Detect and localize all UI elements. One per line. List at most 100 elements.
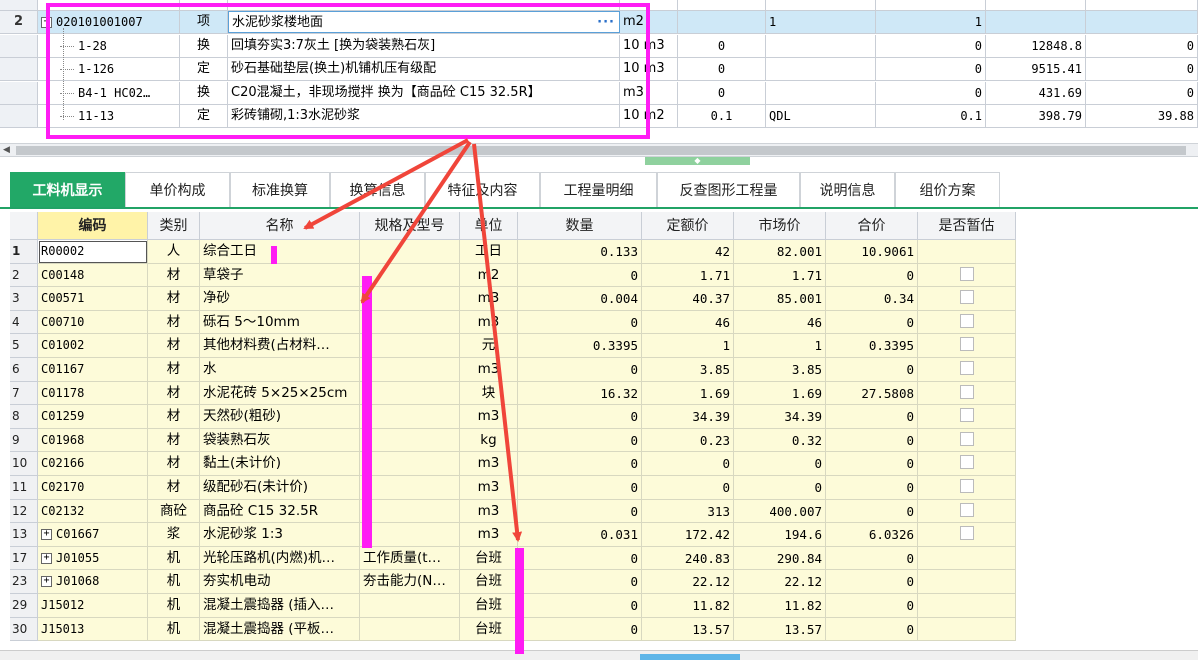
- cell-qty[interactable]: 0: [518, 405, 642, 429]
- cell-market[interactable]: 0: [734, 452, 826, 476]
- provisional-checkbox[interactable]: [959, 361, 974, 375]
- cell-rate[interactable]: 0.1: [678, 105, 766, 127]
- tab-7[interactable]: 反查图形工程量: [657, 172, 800, 207]
- table-row[interactable]: 4 C00710 材砾石 5～10mm m3 0 46 46 0: [10, 310, 1016, 335]
- cell-code[interactable]: C01002: [38, 334, 148, 358]
- cell-spec[interactable]: [360, 310, 460, 335]
- cell-spec[interactable]: [360, 240, 460, 264]
- cell-qty[interactable]: 0.1: [876, 105, 986, 127]
- cell-qty[interactable]: 0: [518, 358, 642, 382]
- cell-check[interactable]: [918, 452, 1016, 476]
- cell-type[interactable]: 材: [148, 452, 200, 476]
- cell-unit[interactable]: m3: [460, 405, 518, 429]
- cell-total[interactable]: 0.3395: [826, 334, 918, 358]
- column-header-qty[interactable]: 数量: [518, 212, 642, 240]
- cell-price[interactable]: 431.69: [986, 81, 1086, 104]
- cell-unit[interactable]: 10 m2: [620, 105, 678, 127]
- cell-spec[interactable]: 夯击能力(N…: [360, 570, 460, 594]
- provisional-checkbox[interactable]: [959, 502, 974, 517]
- cell-market[interactable]: 1.69: [734, 381, 826, 406]
- cell-qty[interactable]: 0: [518, 452, 642, 476]
- provisional-checkbox[interactable]: [959, 337, 974, 352]
- cell-unit[interactable]: m3: [460, 452, 518, 476]
- table-row[interactable]: 8 C01259 材天然砂(粗砂) m3 0 34.39 34.39 0: [10, 405, 1016, 429]
- cell-market[interactable]: 1: [734, 334, 826, 358]
- table-row[interactable]: 1 R00002 人综合工日 工日 0.133 42 82.001 10.9061: [10, 240, 1016, 264]
- cell-code[interactable]: + C01667: [38, 523, 148, 547]
- provisional-checkbox[interactable]: [959, 431, 974, 446]
- cell-market[interactable]: 290.84: [734, 546, 826, 571]
- cell-check[interactable]: [918, 594, 1016, 618]
- cell-qty[interactable]: 1: [876, 11, 986, 33]
- cell-quota[interactable]: 40.37: [642, 287, 734, 311]
- cell-total[interactable]: 0: [826, 428, 918, 453]
- cell-total[interactable]: 0: [826, 499, 918, 524]
- cell-quota[interactable]: 11.82: [642, 594, 734, 618]
- cell-name[interactable]: 级配砂石(未计价): [200, 476, 360, 500]
- cell-market[interactable]: 22.12: [734, 570, 826, 594]
- provisional-checkbox[interactable]: [959, 313, 974, 328]
- cell-row-no[interactable]: [0, 105, 38, 127]
- cell-qty[interactable]: 0.004: [518, 287, 642, 311]
- table-row[interactable]: 7 C01178 材水泥花砖 5×25×25cm 块 16.32 1.69 1.69 27.5…: [10, 381, 1016, 406]
- cell-type[interactable]: 材: [148, 358, 200, 382]
- cell-unit[interactable]: 台班: [460, 594, 518, 618]
- column-header-unit[interactable]: 单位: [460, 212, 518, 240]
- expand-icon[interactable]: +: [41, 552, 52, 564]
- column-header-spec[interactable]: 规格及型号: [360, 212, 460, 240]
- cell-code[interactable]: + J01055: [38, 546, 148, 571]
- table-row[interactable]: 11 C02170 材级配砂石(未计价) m3 0 0 0 0: [10, 476, 1016, 500]
- cell-name[interactable]: 光轮压路机(内燃)机…: [200, 546, 360, 571]
- cell-type[interactable]: 机: [148, 546, 200, 571]
- cell-code[interactable]: + J01068: [38, 570, 148, 594]
- cell-check[interactable]: [918, 334, 1016, 358]
- cell-market[interactable]: 82.001: [734, 240, 826, 264]
- list-item-row-selected[interactable]: 2−020101001007 项水泥砂浆楼地面 ··· m2 1 1: [0, 11, 1198, 34]
- cell-total[interactable]: 6.0326: [826, 523, 918, 547]
- tab-9[interactable]: 组价方案: [895, 172, 1000, 207]
- cell-check[interactable]: [918, 263, 1016, 288]
- cell-type[interactable]: 材: [148, 405, 200, 429]
- cell-code[interactable]: C01968: [38, 428, 148, 453]
- cell-name[interactable]: 砂石基础垫层(换土)机铺机压有级配: [228, 58, 620, 80]
- cell-code[interactable]: C00571: [38, 287, 148, 311]
- cell-quota[interactable]: 42: [642, 240, 734, 264]
- cell-qty[interactable]: 0: [518, 570, 642, 594]
- cell-qty[interactable]: 0: [518, 263, 642, 288]
- cell-rate[interactable]: 0: [678, 81, 766, 104]
- cell-total[interactable]: 0: [826, 358, 918, 382]
- cell-code[interactable]: R00002: [38, 240, 148, 264]
- sub-item-row[interactable]: B4-1 HC02… 换 C20混凝土，非现场搅拌 换为【商品砼 C15 32.5R…: [0, 81, 1198, 105]
- cell-check[interactable]: [918, 358, 1016, 382]
- cell-name[interactable]: 袋装熟石灰: [200, 428, 360, 453]
- cell-code[interactable]: C00710: [38, 310, 148, 335]
- cell-check[interactable]: [918, 617, 1016, 642]
- cell-type[interactable]: 机: [148, 594, 200, 618]
- cell-qty[interactable]: 0: [518, 546, 642, 571]
- cell-spec[interactable]: [360, 334, 460, 358]
- cell-row-no[interactable]: [0, 81, 38, 104]
- more-button[interactable]: ···: [597, 12, 615, 32]
- cell-quota[interactable]: 46: [642, 310, 734, 335]
- cell-total[interactable]: 0: [826, 476, 918, 500]
- cell-qty-expr[interactable]: [766, 34, 876, 57]
- cell-spec[interactable]: [360, 594, 460, 618]
- table-row[interactable]: 13 + C01667 浆水泥砂浆 1:3 m3 0.031 172.42 194.6 6.03…: [10, 523, 1016, 547]
- cell-unit[interactable]: m3: [460, 499, 518, 524]
- cell-total[interactable]: 0: [826, 570, 918, 594]
- cell-spec[interactable]: [360, 617, 460, 642]
- status-bar-tab[interactable]: [640, 654, 740, 660]
- cell-qty[interactable]: 0: [518, 476, 642, 500]
- column-header-check[interactable]: 是否暂估: [918, 212, 1016, 240]
- cell-code[interactable]: C01259: [38, 405, 148, 429]
- cell-quota[interactable]: 1.69: [642, 381, 734, 406]
- cell-type[interactable]: 材: [148, 263, 200, 288]
- expand-icon[interactable]: +: [41, 529, 52, 541]
- cell-qty[interactable]: 0.133: [518, 240, 642, 264]
- cell-spec[interactable]: [360, 358, 460, 382]
- cell-code[interactable]: 11-13: [38, 105, 180, 127]
- cell-spec[interactable]: [360, 523, 460, 547]
- cell-check[interactable]: [918, 240, 1016, 264]
- cell-qty[interactable]: 0: [876, 34, 986, 57]
- cell-total[interactable]: 39.88: [1086, 105, 1198, 127]
